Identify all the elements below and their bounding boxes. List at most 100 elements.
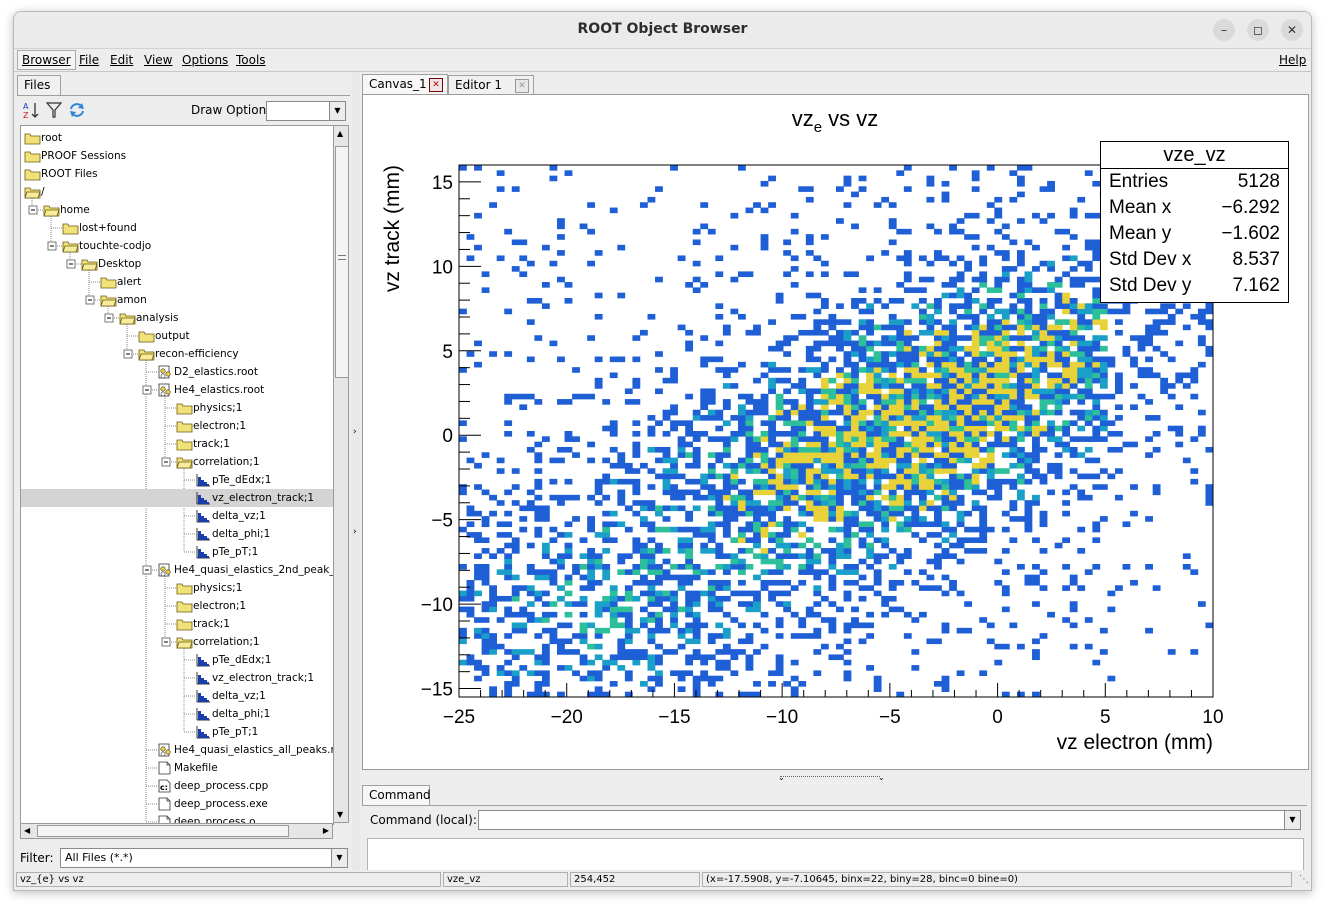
splitter-arrow-icon[interactable]: ⌄: [878, 773, 885, 782]
filter-combo[interactable]: All Files (*.*) ▼: [60, 848, 348, 868]
tree-item-label: analysis: [136, 312, 179, 324]
heatmap-bin: [858, 478, 867, 485]
tree-item[interactable]: vz_electron_track;1: [21, 489, 333, 507]
tab-canvas-1[interactable]: Canvas_1 ✕: [362, 74, 448, 94]
tab-files[interactable]: Files: [17, 75, 61, 95]
heatmap-bin: [881, 510, 890, 517]
maximize-icon[interactable]: ◻: [1247, 19, 1269, 41]
heatmap-bin: [956, 393, 965, 400]
chevron-down-icon[interactable]: ▼: [331, 849, 347, 867]
menu-options[interactable]: Options: [182, 53, 228, 67]
scroll-left-icon[interactable]: ◀: [24, 826, 30, 835]
menu-view[interactable]: View: [144, 53, 172, 67]
scroll-up-icon[interactable]: ▲: [337, 129, 343, 138]
x-tick-label: −15: [658, 707, 690, 728]
heatmap-bin: [572, 494, 580, 501]
heatmap-bin: [670, 564, 678, 570]
heatmap-bin: [1001, 569, 1010, 575]
heatmap-bin: [692, 228, 701, 235]
close-icon[interactable]: ✕: [1281, 19, 1303, 41]
heatmap-bin: [949, 340, 957, 347]
minimize-icon[interactable]: –: [1213, 19, 1235, 41]
heatmap-bin: [662, 484, 671, 490]
heatmap-bin: [707, 633, 716, 639]
heatmap-bin: [737, 505, 746, 512]
heatmap-bin: [602, 510, 611, 517]
vertical-splitter[interactable]: › ›: [352, 72, 360, 870]
scroll-thumb[interactable]: [335, 146, 349, 378]
heatmap-bin: [504, 574, 513, 581]
heatmap-bin: [692, 638, 701, 645]
heatmap-bin: [594, 691, 603, 698]
heatmap-bin: [655, 601, 663, 607]
scroll-down-icon[interactable]: ▼: [337, 810, 343, 819]
heatmap-bin: [692, 409, 701, 416]
command-output[interactable]: [367, 838, 1304, 872]
heatmap-bin: [851, 494, 859, 501]
splitter-arrow-icon[interactable]: ›: [353, 427, 357, 437]
heatmap-bin: [858, 335, 867, 341]
tree-item-label: physics;1: [193, 582, 243, 594]
horizontal-splitter[interactable]: [780, 776, 880, 777]
folder-open-icon: [62, 239, 79, 259]
heatmap-bin: [1160, 388, 1169, 395]
heatmap-bin: [896, 510, 905, 517]
filter-icon[interactable]: [46, 101, 62, 119]
tree-vertical-scrollbar[interactable]: ▲ ▼: [333, 125, 349, 823]
heatmap-bin: [986, 367, 995, 373]
heatmap-bin: [730, 617, 739, 623]
heatmap-bin: [828, 478, 837, 485]
heatmap-bin: [903, 633, 912, 639]
stats-box[interactable]: vze_vz Entries 5128 Mean x −6.292 Mean y −1…: [1100, 141, 1289, 303]
heatmap-bin: [828, 564, 837, 570]
heatmap-bin: [903, 404, 912, 411]
heatmap-bin: [979, 436, 988, 442]
chevron-down-icon[interactable]: ▼: [329, 102, 345, 120]
heatmap-bin: [707, 228, 716, 235]
heatmap-bin: [964, 415, 973, 421]
heatmap-bin: [1190, 367, 1199, 373]
heatmap-bin: [557, 218, 565, 224]
draw-option-combo[interactable]: ▼: [266, 101, 346, 121]
heatmap-bin: [1047, 489, 1055, 496]
heatmap-bin: [737, 649, 746, 655]
scroll-right-icon[interactable]: ▶: [323, 826, 329, 835]
chevron-down-icon[interactable]: ▼: [1284, 811, 1300, 829]
splitter-arrow-icon[interactable]: ⌄: [778, 773, 785, 782]
heatmap-bin: [1114, 415, 1123, 421]
heatmap-bin: [1024, 361, 1033, 368]
heatmap-bin: [647, 675, 656, 682]
heatmap-bin: [911, 510, 920, 517]
menu-edit[interactable]: Edit: [110, 53, 133, 67]
heatmap-bin: [783, 542, 792, 549]
tab-command[interactable]: Command: [362, 785, 431, 805]
command-input[interactable]: ▼: [478, 810, 1301, 830]
hscroll-thumb[interactable]: [37, 825, 289, 837]
heatmap-bin: [707, 462, 716, 469]
close-tab-icon[interactable]: ✕: [515, 79, 529, 93]
menu-help[interactable]: Help: [1279, 53, 1306, 67]
heatmap-bin: [760, 468, 769, 474]
heatmap-bin: [805, 239, 814, 246]
heatmap-bin: [534, 681, 543, 687]
heatmap-bin: [941, 282, 950, 288]
close-tab-icon[interactable]: ✕: [429, 78, 443, 92]
menu-browser[interactable]: Browser: [17, 50, 76, 70]
heatmap-bin: [964, 436, 973, 442]
heatmap-bin: [474, 569, 482, 575]
menu-tools[interactable]: Tools: [236, 53, 266, 67]
resize-grip-icon[interactable]: ⋱: [1299, 874, 1309, 885]
heatmap-bin: [956, 345, 965, 352]
tree-horizontal-scrollbar[interactable]: ◀ ▶: [20, 823, 333, 839]
heatmap-bin: [775, 558, 784, 565]
heatmap-bin: [798, 564, 807, 570]
refresh-icon[interactable]: [68, 101, 86, 119]
root-canvas[interactable]: vze vs vz −25 −20 −15 −10 −5 0 5 10 −15 −10 −5 0 5 10…: [362, 94, 1309, 770]
heatmap-bin: [843, 462, 852, 469]
tab-editor-1[interactable]: Editor 1 ✕: [448, 75, 534, 94]
heatmap-bin: [866, 564, 874, 570]
menu-file[interactable]: File: [79, 53, 99, 67]
heatmap-bin: [1197, 340, 1206, 347]
sort-icon[interactable]: A Z: [22, 101, 40, 119]
splitter-arrow-icon[interactable]: ›: [353, 527, 357, 537]
